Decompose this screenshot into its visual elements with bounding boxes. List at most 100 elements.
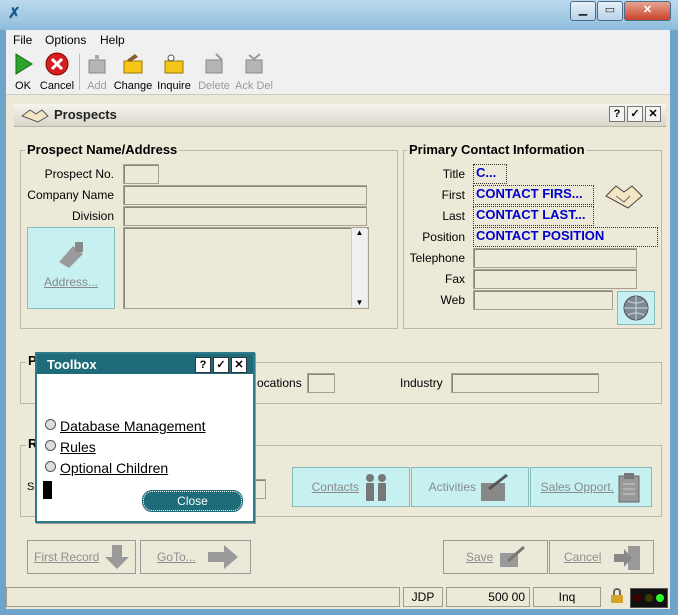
status-message xyxy=(6,587,400,607)
locations-label: ocations xyxy=(257,376,302,390)
handshake-icon xyxy=(20,109,49,123)
telephone-field[interactable] xyxy=(473,248,637,268)
industry-field[interactable] xyxy=(451,373,599,393)
status-value: 500 00 xyxy=(446,587,530,607)
cancel-nav-button[interactable]: Cancel xyxy=(549,540,654,574)
clipboard-icon xyxy=(618,472,640,503)
position-label: Position xyxy=(422,230,465,244)
title-label: Title xyxy=(442,167,465,181)
toolbox-close-button[interactable]: Close xyxy=(142,490,243,512)
play-icon xyxy=(15,53,33,75)
exit-door-icon xyxy=(614,546,640,570)
yellow-light-icon xyxy=(645,594,653,602)
maximize-button[interactable]: ▭ xyxy=(597,1,623,21)
menu-options[interactable]: Options xyxy=(45,33,86,47)
change-folder-icon xyxy=(123,54,143,74)
accept-button[interactable]: ✓ xyxy=(627,106,643,122)
toolbar-divider xyxy=(79,54,80,90)
lock-icon xyxy=(610,588,624,604)
traffic-light-indicator xyxy=(630,588,668,608)
status-bar: JDP 500 00 Inq xyxy=(6,585,670,609)
locations-field[interactable] xyxy=(307,373,335,393)
contact-group-title: Primary Contact Information xyxy=(407,142,587,157)
inquire-button[interactable]: Inquire xyxy=(156,52,192,92)
right-arrow-icon xyxy=(208,545,238,569)
help-button[interactable]: ? xyxy=(609,106,625,122)
change-button[interactable]: Change xyxy=(113,52,153,92)
save-button[interactable]: Save xyxy=(443,540,548,574)
company-name-field[interactable] xyxy=(123,185,367,205)
side-label: S xyxy=(27,481,35,493)
telephone-label: Telephone xyxy=(409,251,465,265)
first-record-button[interactable]: First Record xyxy=(27,540,136,574)
web-field[interactable] xyxy=(473,290,613,310)
add-button[interactable]: Add xyxy=(84,52,110,92)
delete-button[interactable]: Delete xyxy=(196,52,232,92)
option-database-management[interactable]: Database Management xyxy=(45,418,206,434)
first-label: First xyxy=(441,188,465,202)
green-light-icon xyxy=(656,594,664,602)
delete-record-icon xyxy=(205,53,223,74)
sales-opport-button[interactable]: Sales Opport. xyxy=(530,467,652,507)
scroll-up-icon[interactable]: ▲ xyxy=(352,228,367,237)
menu-bar: File Options Help xyxy=(6,30,670,50)
cancel-toolbar-button[interactable]: Cancel xyxy=(39,52,75,92)
contacts-button[interactable]: Contacts xyxy=(292,467,410,507)
division-label: Division xyxy=(71,209,114,223)
ack-delete-icon xyxy=(245,53,263,74)
prospects-title: Prospects xyxy=(54,107,117,122)
industry-label: Industry xyxy=(400,376,443,390)
menu-file[interactable]: File xyxy=(13,33,32,47)
status-mode: Inq xyxy=(533,587,601,607)
last-label: Last xyxy=(442,209,465,223)
close-window-button[interactable]: ✕ xyxy=(624,1,671,21)
close-inner-button[interactable]: ✕ xyxy=(645,106,661,122)
address-button[interactable]: Address... xyxy=(27,227,115,309)
window-titlebar[interactable]: ✗ ▁ ▭ ✕ xyxy=(0,0,678,30)
web-browse-button[interactable] xyxy=(617,291,655,325)
web-label: Web xyxy=(440,293,465,307)
save-pencil-icon xyxy=(500,545,525,567)
prospect-no-field[interactable] xyxy=(123,164,159,184)
prospect-no-label: Prospect No. xyxy=(44,167,114,181)
toolbox-titlebar[interactable]: Toolbox ? ✓ ✕ xyxy=(37,354,253,374)
option-rules[interactable]: Rules xyxy=(45,439,96,455)
toolbox-help-button[interactable]: ? xyxy=(195,357,211,373)
toolbar: OK Cancel Add Change Inquire Delete Ack … xyxy=(6,50,670,95)
toolbox-close-x-button[interactable]: ✕ xyxy=(231,357,247,373)
address-scrollbar[interactable]: ▲ ▼ xyxy=(351,228,367,307)
contact-handshake-icon[interactable] xyxy=(604,180,644,212)
menu-help[interactable]: Help xyxy=(100,33,125,47)
bullet-icon xyxy=(45,461,56,472)
prospect-group-title: Prospect Name/Address xyxy=(25,142,180,157)
division-field[interactable] xyxy=(123,206,367,226)
activities-button[interactable]: Activities xyxy=(411,467,529,507)
first-name-field[interactable]: CONTACT FIRS... xyxy=(473,185,594,205)
red-light-icon xyxy=(634,594,642,602)
last-name-field[interactable]: CONTACT LAST... xyxy=(473,206,594,226)
activities-notepad-icon xyxy=(481,473,509,501)
ack-del-button[interactable]: Ack Del xyxy=(235,52,273,92)
bullet-icon xyxy=(45,419,56,430)
toolbox-accept-button[interactable]: ✓ xyxy=(213,357,229,373)
option-optional-children[interactable]: Optional Children xyxy=(45,460,168,476)
goto-button[interactable]: GoTo... xyxy=(140,540,251,574)
people-icon xyxy=(366,473,387,501)
text-cursor-block xyxy=(43,481,52,499)
prospects-titlebar: Prospects ? ✓ ✕ xyxy=(14,104,666,127)
globe-icon xyxy=(623,295,649,321)
fax-label: Fax xyxy=(444,272,465,286)
position-field[interactable]: CONTACT POSITION xyxy=(473,227,658,247)
fax-field[interactable] xyxy=(473,269,637,289)
company-name-label: Company Name xyxy=(27,188,114,202)
address-icon xyxy=(59,242,83,268)
scroll-down-icon[interactable]: ▼ xyxy=(352,298,367,307)
address-text-area[interactable] xyxy=(123,227,369,309)
cancel-x-icon xyxy=(45,52,69,76)
minimize-button[interactable]: ▁ xyxy=(570,1,596,21)
down-arrow-icon xyxy=(105,545,129,569)
toolbox-dialog: Toolbox ? ✓ ✕ Database Management Rules … xyxy=(35,352,255,523)
ok-button[interactable]: OK xyxy=(10,52,36,92)
title-field[interactable]: C... xyxy=(473,164,507,184)
bullet-icon xyxy=(45,440,56,451)
